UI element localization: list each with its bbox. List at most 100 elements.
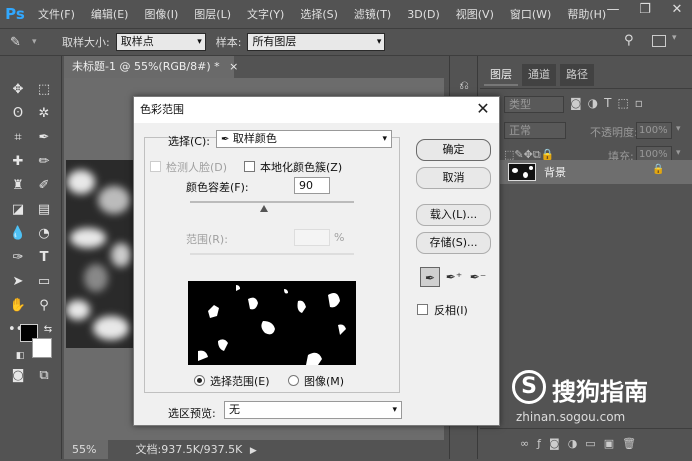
eyedropper-tool-icon[interactable]: ✒ bbox=[34, 128, 54, 148]
search-icon[interactable]: ⚲ bbox=[624, 33, 634, 48]
photoshop-logo: Ps bbox=[5, 5, 25, 23]
close-button[interactable]: ✕ bbox=[662, 0, 692, 22]
type-tool-icon[interactable]: T bbox=[34, 248, 54, 268]
fuzziness-slider-thumb[interactable] bbox=[259, 205, 268, 212]
radio-image-label: 图像(M) bbox=[304, 375, 345, 388]
default-colors-icon[interactable]: ◧ bbox=[10, 346, 30, 366]
layer-thumbnail bbox=[508, 163, 536, 181]
menu-filter[interactable]: 滤镜(T) bbox=[346, 6, 399, 22]
layers-footer-icons[interactable]: ∞ƒ◙◑▭▣🗑 bbox=[480, 428, 692, 459]
dodge-tool-icon[interactable]: ◔ bbox=[34, 224, 54, 244]
eraser-tool-icon[interactable]: ◪ bbox=[8, 200, 28, 220]
opacity-chevron-icon[interactable]: ▾ bbox=[676, 124, 681, 134]
minimize-button[interactable]: — bbox=[598, 0, 628, 22]
tab-channels[interactable]: 通道 bbox=[522, 64, 556, 86]
brush-tool-icon[interactable]: ✏ bbox=[34, 152, 54, 172]
sample-value: 所有图层 bbox=[252, 35, 297, 48]
background-color-swatch[interactable] bbox=[32, 338, 52, 358]
watermark-logo-icon: S bbox=[512, 370, 546, 404]
quick-mask-icon[interactable]: ◙ bbox=[8, 366, 28, 386]
history-brush-tool-icon[interactable]: ✐ bbox=[34, 176, 54, 196]
layer-row[interactable]: ◉ 背景 🔒 bbox=[480, 160, 692, 184]
menu-view[interactable]: 视图(V) bbox=[448, 6, 502, 22]
load-button[interactable]: 载入(L)... bbox=[416, 204, 491, 226]
document-tab-close-icon[interactable]: × bbox=[229, 60, 238, 73]
document-tab[interactable]: 未标题-1 @ 55%(RGB/8#) * × bbox=[64, 56, 238, 78]
sample-select[interactable]: 所有图层 ▾ bbox=[247, 33, 386, 51]
layer-filter-icons[interactable]: ◙◑T⬚▫ bbox=[570, 96, 688, 113]
swap-colors-icon[interactable]: ⇆ bbox=[38, 320, 58, 340]
blend-mode-select[interactable]: 正常 bbox=[504, 122, 566, 139]
clone-stamp-tool-icon[interactable]: ♜ bbox=[8, 176, 28, 196]
layer-kind-filter[interactable]: 类型 bbox=[504, 96, 564, 113]
menu-window[interactable]: 窗口(W) bbox=[502, 6, 559, 22]
pen-tool-icon[interactable]: ✑ bbox=[8, 248, 28, 268]
menu-file[interactable]: 文件(F) bbox=[30, 6, 83, 22]
menu-edit[interactable]: 编辑(E) bbox=[83, 6, 137, 22]
menu-image[interactable]: 图像(I) bbox=[136, 6, 186, 22]
tab-paths[interactable]: 路径 bbox=[560, 64, 594, 86]
preview-label: 选区预览: bbox=[168, 407, 216, 420]
tool-preset-chevron-icon[interactable]: ▾ bbox=[32, 37, 44, 47]
eyedropper-icon: ✒ bbox=[221, 134, 230, 145]
radio-selection-label: 选择范围(E) bbox=[210, 375, 270, 388]
dialog-close-icon[interactable]: ✕ bbox=[473, 99, 493, 119]
zoom-tool-icon[interactable]: ⚲ bbox=[34, 296, 54, 316]
menu-select[interactable]: 选择(S) bbox=[292, 6, 346, 22]
radio-selection[interactable] bbox=[194, 375, 205, 386]
sample-size-select[interactable]: 取样点 ▾ bbox=[115, 33, 206, 51]
zoom-level[interactable]: 55% bbox=[64, 440, 108, 459]
ok-button[interactable]: 确定 bbox=[416, 139, 491, 161]
workspace-icon[interactable] bbox=[652, 35, 666, 47]
path-selection-tool-icon[interactable]: ➤ bbox=[8, 272, 28, 292]
hand-tool-icon[interactable]: ✋ bbox=[8, 296, 28, 316]
range-input[interactable] bbox=[294, 229, 330, 246]
gradient-tool-icon[interactable]: ▤ bbox=[34, 200, 54, 220]
chevron-down-icon: ▾ bbox=[197, 37, 202, 47]
chevron-down-icon: ▾ bbox=[392, 405, 397, 415]
save-button[interactable]: 存储(S)... bbox=[416, 232, 491, 254]
screen-mode-icon[interactable]: ⧉ bbox=[34, 366, 54, 386]
eyedropper-icon[interactable]: ✒ bbox=[420, 267, 440, 287]
blur-tool-icon[interactable]: 💧 bbox=[8, 224, 28, 244]
tab-layers[interactable]: 图层 bbox=[484, 64, 518, 86]
document-tab-title: 未标题-1 @ 55%(RGB/8#) * bbox=[72, 60, 220, 73]
invert-checkbox[interactable] bbox=[417, 304, 428, 315]
menu-3d[interactable]: 3D(D) bbox=[399, 8, 448, 21]
selection-preview-dropdown[interactable]: 无 ▾ bbox=[224, 401, 402, 419]
sample-size-value: 取样点 bbox=[120, 35, 154, 48]
radio-image[interactable] bbox=[288, 375, 299, 386]
detect-faces-checkbox[interactable] bbox=[150, 161, 161, 172]
move-tool-icon[interactable]: ✥ bbox=[8, 80, 28, 100]
eyedropper-plus-icon[interactable]: ✒⁺ bbox=[444, 267, 464, 287]
range-slider-track[interactable] bbox=[190, 253, 354, 255]
eyedropper-tool-icon[interactable]: ✎ bbox=[10, 35, 32, 50]
layer-name[interactable]: 背景 bbox=[544, 164, 566, 180]
document-image[interactable] bbox=[66, 160, 134, 348]
workspace-chevron-icon[interactable]: ▾ bbox=[672, 33, 677, 43]
fill-chevron-icon[interactable]: ▾ bbox=[676, 148, 681, 158]
lasso-tool-icon[interactable]: ʘ bbox=[8, 104, 28, 124]
rectangle-tool-icon[interactable]: ▭ bbox=[34, 272, 54, 292]
localized-clusters-checkbox[interactable] bbox=[244, 161, 255, 172]
detect-faces-label: 检测人脸(D) bbox=[166, 161, 228, 174]
restore-button[interactable]: ❐ bbox=[630, 0, 660, 22]
history-panel-icon[interactable]: ⎌ bbox=[455, 78, 473, 96]
crop-tool-icon[interactable]: ⌗ bbox=[8, 128, 28, 148]
healing-brush-tool-icon[interactable]: ✚ bbox=[8, 152, 28, 172]
magic-wand-tool-icon[interactable]: ✲ bbox=[34, 104, 54, 124]
select-value: 取样颜色 bbox=[232, 132, 277, 145]
select-dropdown[interactable]: ✒ 取样颜色 ▾ bbox=[216, 130, 392, 148]
fuzziness-slider-track[interactable] bbox=[190, 201, 354, 203]
cancel-button[interactable]: 取消 bbox=[416, 167, 491, 189]
marquee-tool-icon[interactable]: ⬚ bbox=[34, 80, 54, 100]
opacity-input[interactable]: 100% bbox=[636, 122, 672, 139]
menu-type[interactable]: 文字(Y) bbox=[239, 6, 292, 22]
eyedropper-minus-icon[interactable]: ✒⁻ bbox=[468, 267, 488, 287]
chevron-down-icon: ▾ bbox=[376, 37, 382, 47]
menu-layer[interactable]: 图层(L) bbox=[186, 6, 239, 22]
fuzziness-input[interactable]: 90 bbox=[294, 177, 330, 194]
watermark-url: zhinan.sogou.com bbox=[516, 410, 626, 424]
blend-mode-value: 正常 bbox=[509, 124, 531, 137]
chevron-right-icon[interactable]: ▶ bbox=[250, 446, 257, 456]
